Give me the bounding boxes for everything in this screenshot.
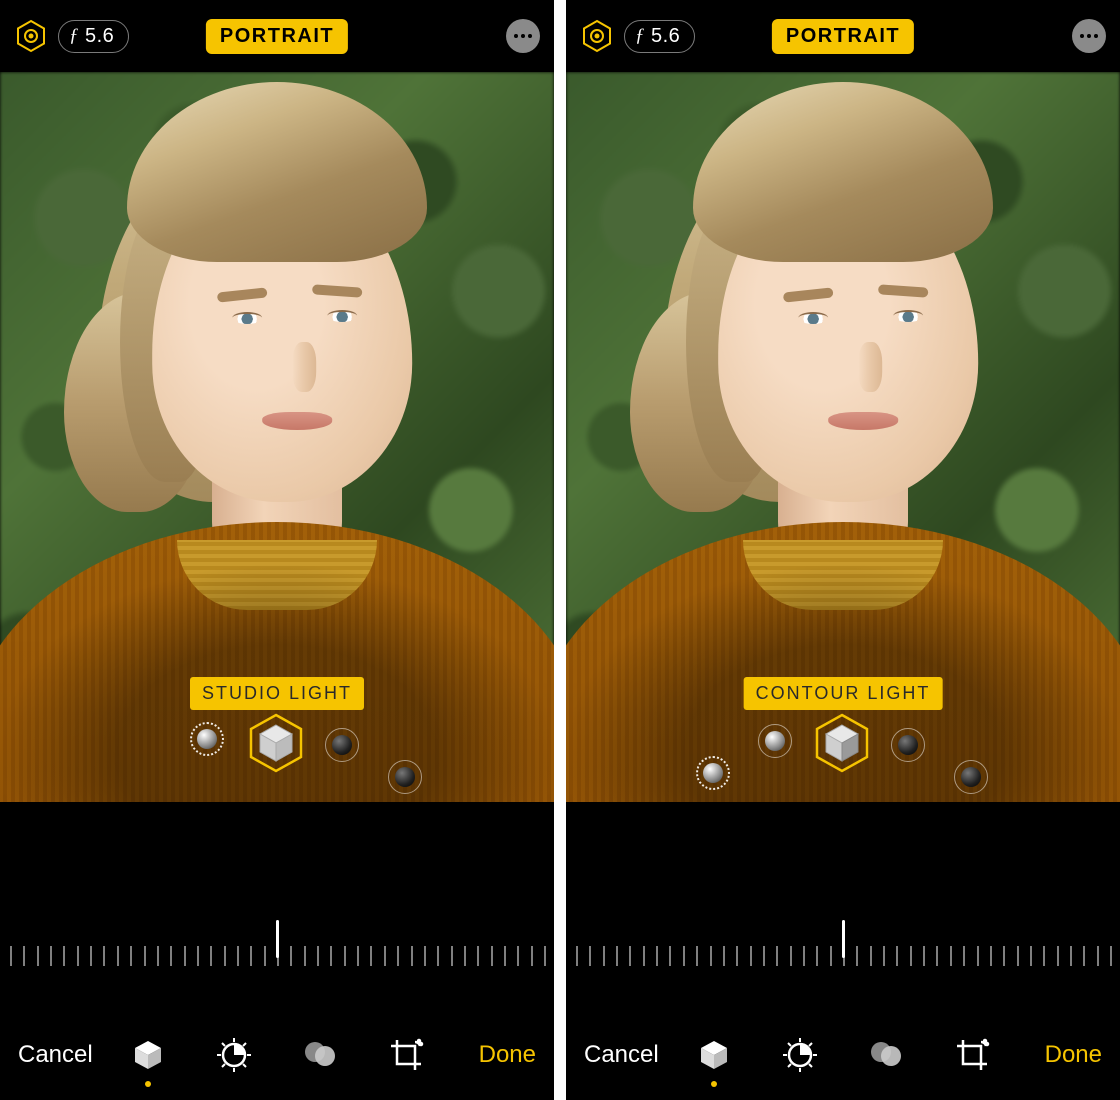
- photo-preview[interactable]: STUDIO LIGHT: [0, 72, 554, 802]
- lighting-option-studio[interactable]: [758, 724, 792, 758]
- phone-screen-left: ƒ 5.6 PORTRAIT STUDIO LIGHT: [0, 0, 554, 1100]
- aperture-button[interactable]: ƒ 5.6: [58, 20, 129, 53]
- phone-screen-right: ƒ 5.6 PORTRAIT CONTOUR LIGHT: [566, 0, 1120, 1100]
- lighting-option-contour[interactable]: [325, 728, 359, 762]
- lighting-option-stage-mono[interactable]: [954, 760, 988, 794]
- tool-crop-icon[interactable]: [952, 1035, 992, 1075]
- lighting-option-natural[interactable]: [190, 722, 224, 756]
- lighting-option-stage[interactable]: [891, 728, 925, 762]
- bottom-toolbar: Cancel Done: [566, 1010, 1120, 1100]
- intensity-slider[interactable]: [0, 928, 554, 984]
- done-button[interactable]: Done: [479, 1041, 536, 1069]
- cancel-button[interactable]: Cancel: [584, 1041, 659, 1069]
- more-button[interactable]: [1072, 19, 1106, 53]
- f-glyph: ƒ: [69, 25, 81, 47]
- top-bar: ƒ 5.6 PORTRAIT: [0, 0, 554, 72]
- mode-badge[interactable]: PORTRAIT: [772, 19, 914, 54]
- slider-ticks: [0, 942, 554, 970]
- tool-filters-icon[interactable]: [866, 1035, 906, 1075]
- tool-filters-icon[interactable]: [300, 1035, 340, 1075]
- tool-lighting-icon[interactable]: [128, 1035, 168, 1075]
- lighting-option-selected[interactable]: [245, 712, 307, 774]
- bottom-toolbar: Cancel Done: [0, 1010, 554, 1100]
- f-glyph: ƒ: [635, 25, 647, 47]
- done-button[interactable]: Done: [1045, 1041, 1102, 1069]
- cancel-button[interactable]: Cancel: [18, 1041, 93, 1069]
- photo-preview[interactable]: CONTOUR LIGHT: [566, 72, 1120, 802]
- mode-badge[interactable]: PORTRAIT: [206, 19, 348, 54]
- lighting-selected-label: CONTOUR LIGHT: [744, 677, 943, 710]
- tool-lighting-icon[interactable]: [694, 1035, 734, 1075]
- more-button[interactable]: [506, 19, 540, 53]
- slider-ticks: [566, 942, 1120, 970]
- lighting-option-natural[interactable]: [696, 756, 730, 790]
- aperture-button[interactable]: ƒ 5.6: [624, 20, 695, 53]
- tool-adjust-icon[interactable]: [780, 1035, 820, 1075]
- tool-adjust-icon[interactable]: [214, 1035, 254, 1075]
- top-bar: ƒ 5.6 PORTRAIT: [566, 0, 1120, 72]
- portrait-aperture-icon[interactable]: [14, 19, 48, 53]
- aperture-value: 5.6: [85, 25, 114, 48]
- portrait-aperture-icon[interactable]: [580, 19, 614, 53]
- aperture-value: 5.6: [651, 25, 680, 48]
- tool-crop-icon[interactable]: [386, 1035, 426, 1075]
- lighting-option-selected[interactable]: [811, 712, 873, 774]
- lighting-option-stage[interactable]: [388, 760, 422, 794]
- intensity-slider[interactable]: [566, 928, 1120, 984]
- lighting-selected-label: STUDIO LIGHT: [190, 677, 364, 710]
